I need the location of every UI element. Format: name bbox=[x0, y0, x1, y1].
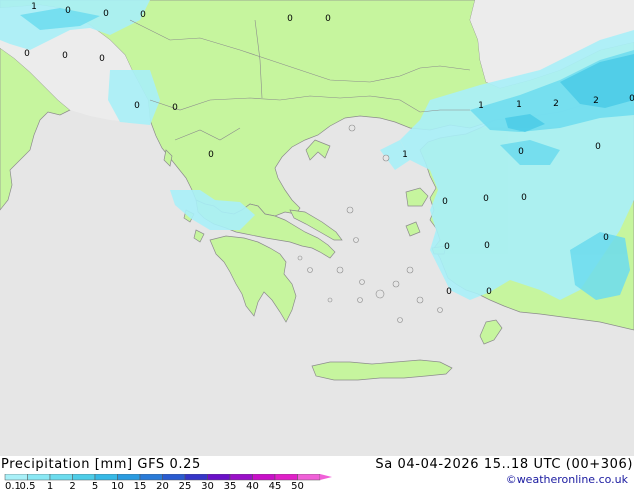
marker-20: 0 bbox=[595, 142, 601, 152]
legend-tick-label: 10 bbox=[111, 481, 124, 490]
legend-swatch bbox=[117, 474, 141, 481]
valid-time: Sa 04-04-2026 15..18 UTC (00+306) bbox=[375, 457, 633, 472]
legend-swatch bbox=[297, 474, 321, 481]
legend-tick-label: 15 bbox=[134, 481, 147, 490]
legend-swatch bbox=[27, 474, 51, 481]
marker-5: 0 bbox=[287, 14, 293, 24]
marker-25: 0 bbox=[444, 242, 450, 252]
marker-1: 1 bbox=[31, 2, 37, 12]
marker-27: 0 bbox=[446, 287, 452, 297]
marker-6: 0 bbox=[325, 14, 331, 24]
marker-3: 0 bbox=[103, 9, 109, 19]
legend-swatch bbox=[229, 474, 253, 481]
marker-21: 0 bbox=[442, 197, 448, 207]
legend-swatch bbox=[252, 474, 276, 481]
marker-7: 0 bbox=[24, 49, 30, 59]
marker-9: 0 bbox=[99, 54, 105, 64]
legend-swatch bbox=[162, 474, 186, 481]
copyright-text[interactable]: ©weatheronline.co.uk bbox=[506, 473, 628, 486]
legend-swatch bbox=[139, 474, 163, 481]
marker-23: 0 bbox=[521, 193, 527, 203]
legend-tick-label: 2 bbox=[69, 481, 75, 490]
legend-tick-label: 5 bbox=[92, 481, 98, 490]
marker-28: 0 bbox=[486, 287, 492, 297]
marker-14: 1 bbox=[516, 100, 522, 110]
precip-legend: 0.10.5 1 2 5 10 15 20 25 30 35 40 45 50 bbox=[4, 474, 332, 490]
legend-swatch bbox=[94, 474, 118, 481]
legend-swatch bbox=[207, 474, 231, 481]
legend-tick-label: 35 bbox=[224, 481, 237, 490]
legend-tick-label: 40 bbox=[246, 481, 259, 490]
precipitation-map: 1 0 0 0 0 0 0 0 0 0 0 0 1 1 2 2 0 1 0 0 0 0 0 0 0 0 0 0 bbox=[0, 0, 634, 456]
marker-11: 0 bbox=[172, 103, 178, 113]
marker-18: 1 bbox=[402, 150, 408, 160]
marker-17: 0 bbox=[629, 94, 634, 104]
legend-swatch bbox=[4, 474, 28, 481]
marker-15: 2 bbox=[553, 99, 559, 109]
marker-16: 2 bbox=[593, 96, 599, 106]
marker-12: 0 bbox=[208, 150, 214, 160]
marker-19: 0 bbox=[518, 147, 524, 157]
chart-title: Precipitation [mm] GFS 0.25 bbox=[1, 457, 201, 472]
marker-4: 0 bbox=[140, 10, 146, 20]
legend-arrow bbox=[320, 474, 332, 480]
legend-tick-label: 25 bbox=[179, 481, 192, 490]
marker-2: 0 bbox=[65, 6, 71, 16]
legend-tick-label: 30 bbox=[201, 481, 214, 490]
legend-tick-label: 45 bbox=[269, 481, 282, 490]
marker-22: 0 bbox=[483, 194, 489, 204]
bottom-bar: Precipitation [mm] GFS 0.25 Sa 04-04-202… bbox=[0, 456, 634, 490]
marker-10: 0 bbox=[134, 101, 140, 111]
legend-tick-label: 0.1 bbox=[5, 481, 21, 490]
marker-24: 0 bbox=[603, 233, 609, 243]
legend-swatch bbox=[49, 474, 73, 481]
legend-tick-label: 20 bbox=[156, 481, 169, 490]
legend-swatch bbox=[274, 474, 298, 481]
marker-13: 1 bbox=[478, 101, 484, 111]
legend-swatch bbox=[184, 474, 208, 481]
legend-tick-label: 50 bbox=[291, 481, 304, 490]
legend-tick-label: 0.5 bbox=[20, 481, 36, 490]
legend-swatch bbox=[72, 474, 96, 481]
marker-8: 0 bbox=[62, 51, 68, 61]
marker-26: 0 bbox=[484, 241, 490, 251]
legend-tick-label: 1 bbox=[47, 481, 53, 490]
map-svg: 1 0 0 0 0 0 0 0 0 0 0 0 1 1 2 2 0 1 0 0 0 0 0 0 0 0 0 0 bbox=[0, 0, 634, 456]
